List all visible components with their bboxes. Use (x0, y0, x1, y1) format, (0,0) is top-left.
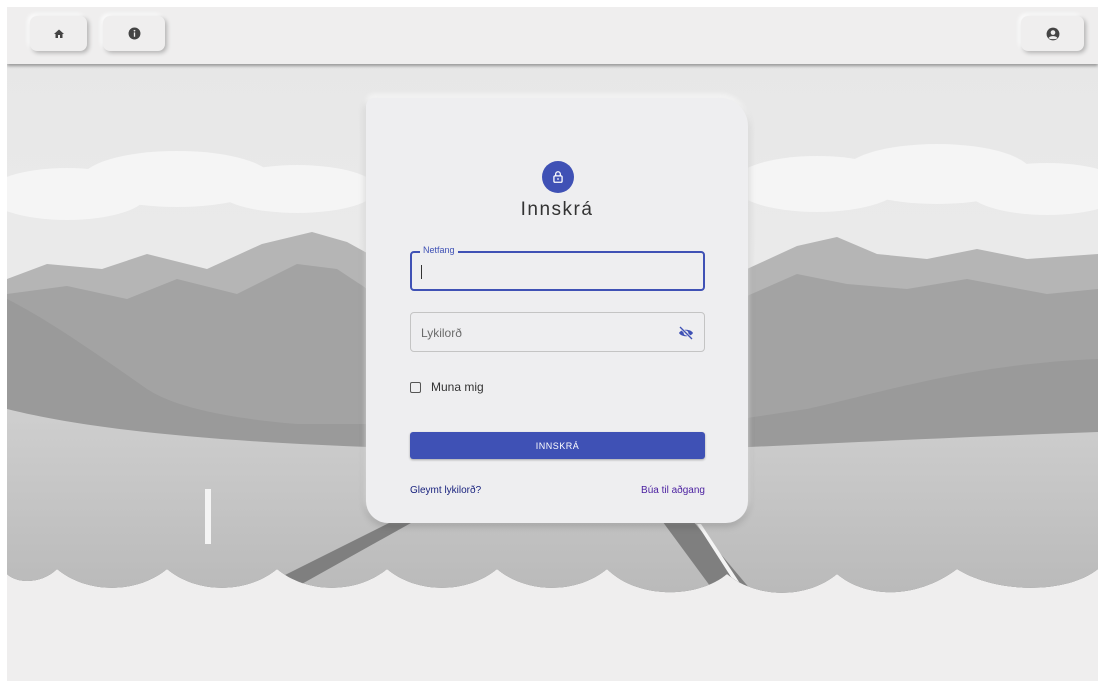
login-card: Innskrá Netfang Lykilorð Muna mig INNSKR… (366, 98, 748, 523)
login-title: Innskrá (520, 199, 594, 220)
login-submit-button[interactable]: INNSKRÁ (410, 432, 705, 459)
password-placeholder: Lykilorð (421, 326, 462, 340)
forgot-password-link[interactable]: Gleymt lykilorð? (410, 485, 481, 496)
lock-avatar (542, 161, 574, 193)
eye-off-icon[interactable] (678, 325, 694, 341)
user-circle-icon (1046, 27, 1059, 40)
top-app-bar (7, 7, 1098, 64)
email-field[interactable]: Netfang (410, 245, 705, 291)
email-label: Netfang (420, 245, 458, 255)
checkbox-box[interactable] (410, 381, 421, 393)
password-field[interactable]: Lykilorð (410, 312, 705, 352)
text-cursor (421, 265, 422, 279)
account-button[interactable] (1021, 16, 1084, 51)
app-frame: Innskrá Netfang Lykilorð Muna mig INNSKR… (7, 7, 1098, 681)
lock-icon (553, 171, 563, 183)
remember-me-checkbox[interactable]: Muna mig (410, 378, 484, 396)
home-button[interactable] (30, 16, 87, 51)
info-button[interactable] (103, 16, 165, 51)
create-account-link[interactable]: Búa til aðgang (641, 485, 705, 496)
remember-me-label: Muna mig (431, 380, 484, 394)
info-circle-icon (128, 27, 140, 40)
home-icon (53, 29, 64, 38)
